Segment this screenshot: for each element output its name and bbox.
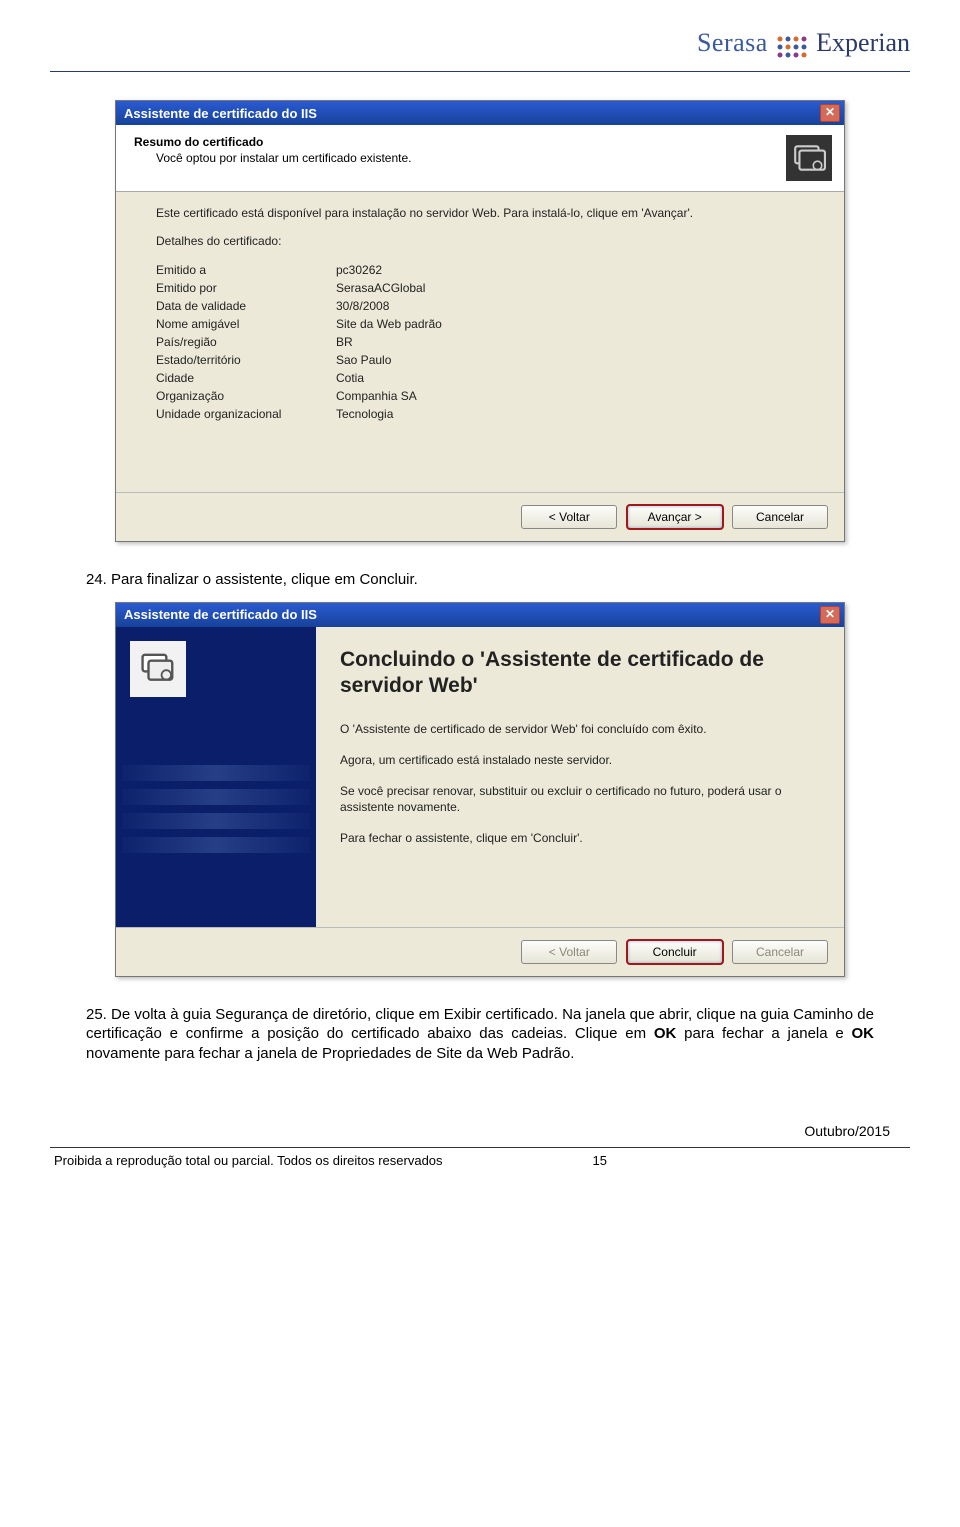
step-25-text: 25. De volta à guia Segurança de diretór… (86, 1005, 874, 1064)
detail-row: CidadeCotia (156, 369, 812, 387)
next-button[interactable]: Avançar > (627, 505, 723, 529)
intro-text: Este certificado está disponível para in… (156, 206, 812, 222)
finish-p1: O 'Assistente de certificado de servidor… (340, 721, 820, 738)
detail-row: OrganizaçãoCompanhia SA (156, 387, 812, 405)
detail-row: Estado/territórioSao Paulo (156, 351, 812, 369)
dialog-titlebar: Assistente de certificado do IIS ✕ (116, 101, 844, 125)
close-icon[interactable]: ✕ (820, 606, 840, 624)
close-icon[interactable]: ✕ (820, 104, 840, 122)
back-button: < Voltar (521, 940, 617, 964)
dialog-sub-header: Resumo do certificado Você optou por ins… (116, 125, 844, 192)
page-number: 15 (593, 1153, 607, 1168)
finish-heading: Concluindo o 'Assistente de certificado … (340, 647, 820, 700)
detail-row: Unidade organizacionalTecnologia (156, 405, 812, 423)
detail-row: Nome amigávelSite da Web padrão (156, 315, 812, 333)
cancel-button[interactable]: Cancelar (732, 505, 828, 529)
dialog-main: Concluindo o 'Assistente de certificado … (316, 627, 844, 927)
back-button[interactable]: < Voltar (521, 505, 617, 529)
certificate-icon (786, 135, 832, 181)
iis-wizard-finish-dialog: Assistente de certificado do IIS ✕ Concl… (115, 602, 845, 977)
dialog-footer: < Voltar Concluir Cancelar (116, 927, 844, 976)
finish-p4: Para fechar o assistente, clique em 'Con… (340, 830, 820, 847)
detail-row: Emitido apc30262 (156, 261, 812, 279)
dialog-body: Este certificado está disponível para in… (116, 192, 844, 492)
dialog-titlebar: Assistente de certificado do IIS ✕ (116, 603, 844, 627)
finish-p3: Se você precisar renovar, substituir ou … (340, 783, 820, 817)
iis-wizard-summary-dialog: Assistente de certificado do IIS ✕ Resum… (115, 100, 845, 542)
header-divider (50, 71, 910, 72)
detail-row: País/regiãoBR (156, 333, 812, 351)
footer-line: Proibida a reprodução total ou parcial. … (50, 1153, 910, 1168)
dialog-title: Assistente de certificado do IIS (124, 607, 317, 622)
logo-experian-text: Experian (816, 28, 910, 57)
dialog-title: Assistente de certificado do IIS (124, 106, 317, 121)
dialog-body: Concluindo o 'Assistente de certificado … (116, 627, 844, 927)
finish-p2: Agora, um certificado está instalado nes… (340, 752, 820, 769)
details-heading: Detalhes do certificado: (156, 234, 812, 250)
step-24-text: 24. Para finalizar o assistente, clique … (86, 570, 874, 590)
certificate-icon (130, 641, 186, 697)
brand-logo: Serasa Experian (50, 20, 910, 65)
certificate-details: Emitido apc30262 Emitido porSerasaACGlob… (156, 261, 812, 423)
logo-dots-icon (774, 33, 810, 61)
detail-row: Emitido porSerasaACGlobal (156, 279, 812, 297)
dialog-footer: < Voltar Avançar > Cancelar (116, 492, 844, 541)
finish-button[interactable]: Concluir (627, 940, 723, 964)
footer-copyright: Proibida a reprodução total ou parcial. … (54, 1153, 443, 1168)
dialog-subtitle: Resumo do certificado (128, 135, 786, 149)
wizard-side-graphic (116, 627, 316, 927)
dialog-subdesc: Você optou por instalar um certificado e… (128, 151, 786, 165)
cancel-button: Cancelar (732, 940, 828, 964)
logo-serasa-text: Serasa (697, 28, 768, 57)
footer-date: Outubro/2015 (50, 1123, 910, 1139)
detail-row: Data de validade30/8/2008 (156, 297, 812, 315)
footer-divider (50, 1147, 910, 1148)
